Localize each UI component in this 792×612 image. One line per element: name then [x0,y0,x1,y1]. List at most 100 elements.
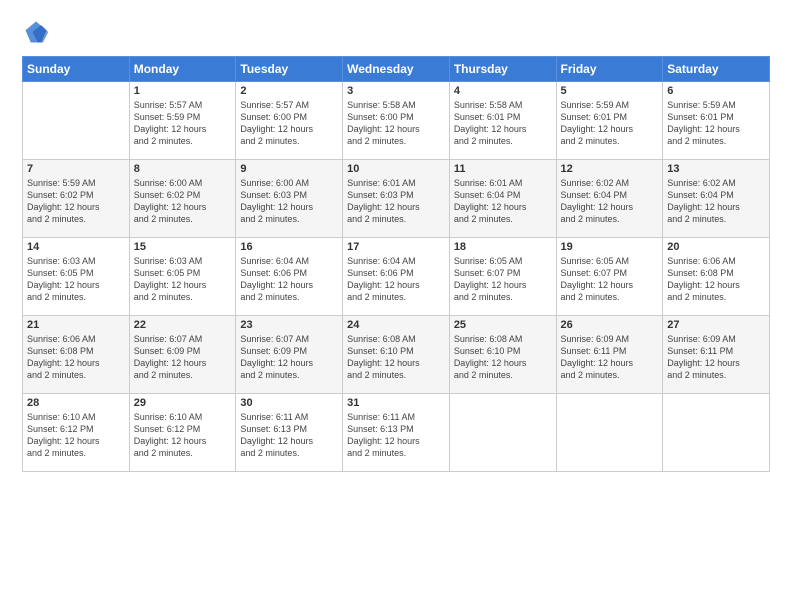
day-number: 21 [27,319,125,331]
day-info: Sunrise: 6:00 AM Sunset: 6:02 PM Dayligh… [134,177,232,226]
calendar-header-wednesday: Wednesday [343,57,450,82]
calendar-cell [663,394,770,472]
day-number: 27 [667,319,765,331]
day-number: 26 [561,319,659,331]
day-number: 3 [347,85,445,97]
day-info: Sunrise: 6:10 AM Sunset: 6:12 PM Dayligh… [27,411,125,460]
day-number: 19 [561,241,659,253]
day-info: Sunrise: 6:00 AM Sunset: 6:03 PM Dayligh… [240,177,338,226]
day-number: 17 [347,241,445,253]
calendar-cell: 15Sunrise: 6:03 AM Sunset: 6:05 PM Dayli… [129,238,236,316]
day-number: 1 [134,85,232,97]
calendar-cell: 21 Sunrise: 6:06 AM Sunset: 6:08 PM Dayli… [23,316,130,394]
calendar-cell [449,394,556,472]
day-info: Sunrise: 6:08 AM Sunset: 6:10 PM Dayligh… [454,333,552,382]
day-info: Sunrise: 5:58 AM Sunset: 6:00 PM Dayligh… [347,99,445,148]
day-info: Sunrise: 6:02 AM Sunset: 6:04 PM Dayligh… [667,177,765,226]
calendar-header-thursday: Thursday [449,57,556,82]
logo-icon [22,18,50,46]
day-number: 2 [240,85,338,97]
day-number: 5 [561,85,659,97]
day-info: Sunrise: 6:07 AM Sunset: 6:09 PM Dayligh… [134,333,232,382]
calendar-header-friday: Friday [556,57,663,82]
calendar-cell: 1 Sunrise: 5:57 AM Sunset: 5:59 PM Daylig… [129,82,236,160]
calendar-cell: 13Sunrise: 6:02 AM Sunset: 6:04 PM Dayli… [663,160,770,238]
calendar-cell: 25 Sunrise: 6:08 AM Sunset: 6:10 PM Dayli… [449,316,556,394]
day-number: 23 [240,319,338,331]
day-info: Sunrise: 6:05 AM Sunset: 6:07 PM Dayligh… [454,255,552,304]
day-info: Sunrise: 6:10 AM Sunset: 6:12 PM Dayligh… [134,411,232,460]
calendar-cell: 7Sunrise: 5:59 AM Sunset: 6:02 PM Daylig… [23,160,130,238]
calendar-cell: 10 Sunrise: 6:01 AM Sunset: 6:03 PM Dayli… [343,160,450,238]
calendar-cell: 22 Sunrise: 6:07 AM Sunset: 6:09 PM Dayli… [129,316,236,394]
calendar-cell: 18 Sunrise: 6:05 AM Sunset: 6:07 PM Dayli… [449,238,556,316]
calendar-cell: 4Sunrise: 5:58 AM Sunset: 6:01 PM Daylig… [449,82,556,160]
day-info: Sunrise: 5:59 AM Sunset: 6:01 PM Dayligh… [561,99,659,148]
calendar-cell: 12 Sunrise: 6:02 AM Sunset: 6:04 PM Dayli… [556,160,663,238]
calendar-header-row: SundayMondayTuesdayWednesdayThursdayFrid… [23,57,770,82]
day-info: Sunrise: 6:08 AM Sunset: 6:10 PM Dayligh… [347,333,445,382]
day-number: 15 [134,241,232,253]
day-info: Sunrise: 6:06 AM Sunset: 6:08 PM Dayligh… [27,333,125,382]
day-info: Sunrise: 6:06 AM Sunset: 6:08 PM Dayligh… [667,255,765,304]
day-info: Sunrise: 6:04 AM Sunset: 6:06 PM Dayligh… [347,255,445,304]
day-number: 6 [667,85,765,97]
day-number: 12 [561,163,659,175]
day-number: 16 [240,241,338,253]
day-number: 20 [667,241,765,253]
day-number: 14 [27,241,125,253]
day-number: 18 [454,241,552,253]
day-number: 8 [134,163,232,175]
calendar-cell: 24Sunrise: 6:08 AM Sunset: 6:10 PM Dayli… [343,316,450,394]
day-info: Sunrise: 6:01 AM Sunset: 6:04 PM Dayligh… [454,177,552,226]
day-info: Sunrise: 6:09 AM Sunset: 6:11 PM Dayligh… [561,333,659,382]
day-number: 29 [134,397,232,409]
calendar-cell: 29 Sunrise: 6:10 AM Sunset: 6:12 PM Dayli… [129,394,236,472]
calendar-cell: 9 Sunrise: 6:00 AM Sunset: 6:03 PM Daylig… [236,160,343,238]
calendar-cell: 14 Sunrise: 6:03 AM Sunset: 6:05 PM Dayli… [23,238,130,316]
calendar-cell: 26 Sunrise: 6:09 AM Sunset: 6:11 PM Dayli… [556,316,663,394]
calendar-header-sunday: Sunday [23,57,130,82]
day-number: 7 [27,163,125,175]
calendar-cell: 3 Sunrise: 5:58 AM Sunset: 6:00 PM Daylig… [343,82,450,160]
day-number: 31 [347,397,445,409]
calendar-week-1: 1 Sunrise: 5:57 AM Sunset: 5:59 PM Daylig… [23,82,770,160]
calendar-week-4: 21 Sunrise: 6:06 AM Sunset: 6:08 PM Dayli… [23,316,770,394]
calendar-week-2: 7Sunrise: 5:59 AM Sunset: 6:02 PM Daylig… [23,160,770,238]
calendar-week-5: 28Sunrise: 6:10 AM Sunset: 6:12 PM Dayli… [23,394,770,472]
calendar-cell: 17 Sunrise: 6:04 AM Sunset: 6:06 PM Dayli… [343,238,450,316]
page: SundayMondayTuesdayWednesdayThursdayFrid… [0,0,792,612]
day-info: Sunrise: 6:01 AM Sunset: 6:03 PM Dayligh… [347,177,445,226]
calendar-table: SundayMondayTuesdayWednesdayThursdayFrid… [22,56,770,472]
calendar-cell: 6 Sunrise: 5:59 AM Sunset: 6:01 PM Daylig… [663,82,770,160]
calendar-cell: 8 Sunrise: 6:00 AM Sunset: 6:02 PM Daylig… [129,160,236,238]
calendar-cell [556,394,663,472]
day-info: Sunrise: 5:57 AM Sunset: 6:00 PM Dayligh… [240,99,338,148]
calendar-week-3: 14 Sunrise: 6:03 AM Sunset: 6:05 PM Dayli… [23,238,770,316]
calendar-cell: 2 Sunrise: 5:57 AM Sunset: 6:00 PM Daylig… [236,82,343,160]
calendar-cell: 11Sunrise: 6:01 AM Sunset: 6:04 PM Dayli… [449,160,556,238]
calendar-cell: 19Sunrise: 6:05 AM Sunset: 6:07 PM Dayli… [556,238,663,316]
calendar-cell: 28Sunrise: 6:10 AM Sunset: 6:12 PM Dayli… [23,394,130,472]
day-info: Sunrise: 5:57 AM Sunset: 5:59 PM Dayligh… [134,99,232,148]
day-number: 9 [240,163,338,175]
calendar-cell: 30Sunrise: 6:11 AM Sunset: 6:13 PM Dayli… [236,394,343,472]
header [22,18,770,46]
calendar-header-saturday: Saturday [663,57,770,82]
day-info: Sunrise: 6:02 AM Sunset: 6:04 PM Dayligh… [561,177,659,226]
day-info: Sunrise: 6:03 AM Sunset: 6:05 PM Dayligh… [27,255,125,304]
day-info: Sunrise: 6:07 AM Sunset: 6:09 PM Dayligh… [240,333,338,382]
day-number: 25 [454,319,552,331]
day-info: Sunrise: 6:09 AM Sunset: 6:11 PM Dayligh… [667,333,765,382]
day-number: 4 [454,85,552,97]
day-info: Sunrise: 5:59 AM Sunset: 6:01 PM Dayligh… [667,99,765,148]
logo [22,18,54,46]
calendar-cell: 16Sunrise: 6:04 AM Sunset: 6:06 PM Dayli… [236,238,343,316]
calendar-cell: 23 Sunrise: 6:07 AM Sunset: 6:09 PM Dayli… [236,316,343,394]
calendar-cell: 5 Sunrise: 5:59 AM Sunset: 6:01 PM Daylig… [556,82,663,160]
day-number: 22 [134,319,232,331]
calendar-header-monday: Monday [129,57,236,82]
day-number: 10 [347,163,445,175]
calendar-cell: 27 Sunrise: 6:09 AM Sunset: 6:11 PM Dayli… [663,316,770,394]
calendar-cell: 20 Sunrise: 6:06 AM Sunset: 6:08 PM Dayli… [663,238,770,316]
